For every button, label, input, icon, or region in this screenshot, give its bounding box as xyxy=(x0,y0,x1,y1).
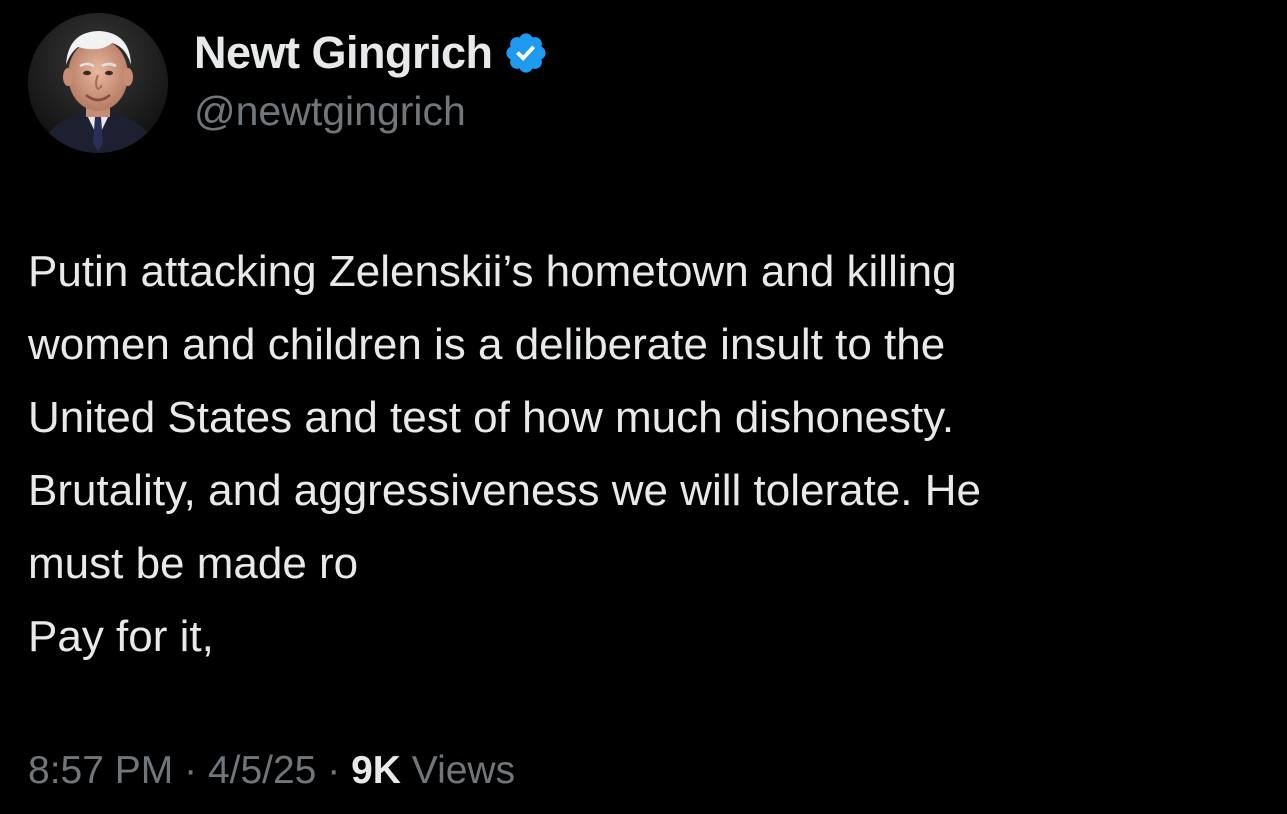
meta-separator: · xyxy=(184,749,198,792)
tweet-time[interactable]: 8:57 PM xyxy=(28,749,173,792)
avatar[interactable] xyxy=(28,13,168,153)
views-count[interactable]: 9K xyxy=(351,749,401,792)
tweet-date[interactable]: 4/5/25 xyxy=(208,749,316,792)
tweet-text-line: women and children is a deliberate insul… xyxy=(28,320,946,369)
meta-separator: · xyxy=(327,749,341,792)
views-label: Views xyxy=(411,749,516,792)
tweet-text-line: United States and test of how much disho… xyxy=(28,393,955,442)
display-name[interactable]: Newt Gingrich xyxy=(194,27,493,79)
tweet-text-line: Pay for it, xyxy=(28,612,214,661)
tweet-text: Putin attacking Zelenskii’s hometown and… xyxy=(28,235,1253,673)
author-handle[interactable]: @newtgingrich xyxy=(194,88,466,135)
tweet-text-line: Putin attacking Zelenskii’s hometown and… xyxy=(28,247,957,296)
profile-photo-icon xyxy=(28,13,168,153)
tweet-text-line: must be made ro xyxy=(28,539,359,588)
tweet-meta: 8:57 PM · 4/5/25 · 9K Views xyxy=(28,749,515,793)
author-name-row: Newt Gingrich xyxy=(194,26,549,80)
verified-badge-icon[interactable] xyxy=(503,30,549,76)
tweet: Newt Gingrich @newtgingrich Putin attack… xyxy=(0,0,1287,814)
tweet-text-line: Brutality, and aggressiveness we will to… xyxy=(28,466,981,515)
